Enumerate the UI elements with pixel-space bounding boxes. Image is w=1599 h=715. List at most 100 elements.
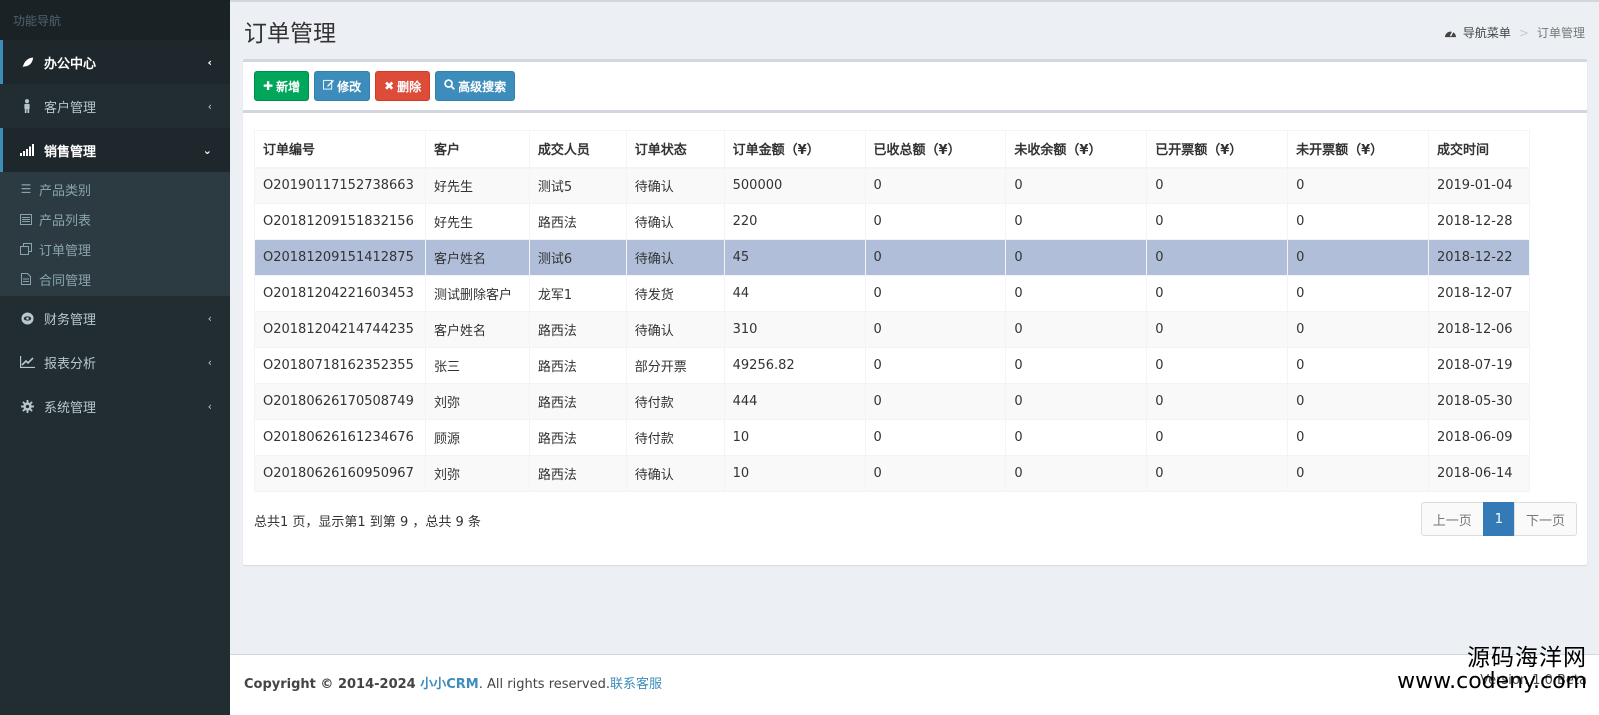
table-cell: 0 bbox=[1287, 419, 1429, 456]
table-cell: 0 bbox=[1005, 419, 1148, 456]
table-cell: 2018-05-30 bbox=[1427, 383, 1531, 420]
column-header[interactable]: 订单编号 bbox=[254, 130, 426, 169]
table-cell: O20180718162352355 bbox=[254, 347, 426, 384]
submenu-item-orders[interactable]: 订单管理 bbox=[0, 234, 230, 264]
table-cell: 0 bbox=[1287, 167, 1429, 204]
table-cell: 0 bbox=[864, 311, 1007, 348]
table-cell: 2018-06-14 bbox=[1427, 455, 1531, 492]
table-cell: 待付款 bbox=[625, 383, 725, 420]
submenu-item-product-list[interactable]: 产品列表 bbox=[0, 204, 230, 234]
table-cell: 0 bbox=[1146, 311, 1289, 348]
table-cell: 0 bbox=[1287, 455, 1429, 492]
table-cell: 44 bbox=[723, 275, 866, 312]
sidebar-item-sales[interactable]: 销售管理 ⌄ bbox=[0, 128, 230, 172]
breadcrumb-home-link[interactable]: 导航菜单 bbox=[1463, 24, 1511, 41]
column-header[interactable]: 已收总额（¥） bbox=[864, 130, 1007, 169]
table-row[interactable]: O20181209151832156 好先生 路西法 待确认 220 0 0 0 0 2018-1… bbox=[254, 203, 1531, 240]
table-cell: 0 bbox=[1146, 347, 1289, 384]
table-cell: 顾源 bbox=[424, 419, 530, 456]
edit-button[interactable]: 修改 bbox=[314, 71, 371, 101]
sidebar-item-system[interactable]: 系统管理 ‹ bbox=[0, 384, 230, 428]
sidebar-item-customers[interactable]: 客户管理 ‹ bbox=[0, 84, 230, 128]
table-cell: O20181204221603453 bbox=[254, 275, 426, 312]
table-row[interactable]: O20180626170508749 刘弥 路西法 待付款 444 0 0 0 0 2018-05… bbox=[254, 383, 1531, 420]
sidebar: 功能导航 办公中心 ‹ 客户管理 ‹ 销售管理 ⌄ ☰ 产品类别 产品列表 订单… bbox=[0, 0, 230, 715]
table-cell: 待确认 bbox=[625, 311, 725, 348]
table-cell: 2018-12-22 bbox=[1427, 239, 1531, 276]
column-header[interactable]: 已开票额（¥） bbox=[1146, 130, 1289, 169]
submenu-item-product-categories[interactable]: ☰ 产品类别 bbox=[0, 174, 230, 204]
toolbar-divider bbox=[243, 110, 1587, 113]
edit-icon bbox=[323, 79, 335, 93]
column-header[interactable]: 订单金额（¥） bbox=[723, 130, 866, 169]
brand-link[interactable]: 小小CRM bbox=[420, 677, 479, 692]
table-cell: 310 bbox=[723, 311, 866, 348]
table-row[interactable]: O20181204214744235 客户姓名 路西法 待确认 310 0 0 0 0 2018-… bbox=[254, 311, 1531, 348]
page-1-button[interactable]: 1 bbox=[1482, 502, 1515, 536]
table-cell: 待确认 bbox=[625, 203, 725, 240]
chevron-left-icon: ‹ bbox=[207, 355, 212, 369]
table-cell: 10 bbox=[723, 455, 866, 492]
pagination: 上一页 1 下一页 bbox=[1420, 502, 1577, 536]
gear-icon bbox=[19, 399, 35, 413]
contact-support-link[interactable]: 联系客服 bbox=[610, 677, 662, 692]
table-cell: 0 bbox=[1146, 275, 1289, 312]
table-cell: 路西法 bbox=[528, 419, 627, 456]
breadcrumb-current: 订单管理 bbox=[1536, 26, 1585, 40]
column-header[interactable]: 订单状态 bbox=[625, 130, 725, 169]
table-cell: 0 bbox=[1005, 383, 1148, 420]
table-cell: 0 bbox=[1287, 383, 1429, 420]
sidebar-item-label: 财务管理 bbox=[44, 312, 97, 328]
table-row[interactable]: O20181204221603453 测试删除客户 龙军1 待发货 44 0 0 0 0 2018… bbox=[254, 275, 1531, 312]
table-row[interactable]: O20190117152738663 好先生 测试5 待确认 500000 0 0 0 0 201… bbox=[254, 167, 1531, 204]
prev-page-button[interactable]: 上一页 bbox=[1420, 502, 1484, 536]
table-cell: 0 bbox=[1146, 419, 1289, 456]
sidebar-item-office[interactable]: 办公中心 ‹ bbox=[0, 40, 230, 84]
column-header[interactable]: 未收余额（¥） bbox=[1005, 130, 1148, 169]
sidebar-item-finance[interactable]: 财务管理 ‹ bbox=[0, 296, 230, 340]
add-button-label: 新增 bbox=[276, 79, 301, 94]
copyright: Copyright © 2014-2024 小小CRM. All rights … bbox=[244, 673, 662, 692]
table-cell: 2018-12-06 bbox=[1427, 311, 1531, 348]
submenu-item-label: 订单管理 bbox=[39, 243, 92, 259]
column-header[interactable]: 成交人员 bbox=[528, 130, 627, 169]
submenu-item-contracts[interactable]: 合同管理 bbox=[0, 264, 230, 294]
column-header[interactable]: 成交时间 bbox=[1427, 130, 1531, 169]
plus-icon: ✚ bbox=[263, 79, 274, 93]
table-cell: 待确认 bbox=[625, 239, 725, 276]
table-cell: 路西法 bbox=[528, 455, 627, 492]
edit-button-label: 修改 bbox=[337, 79, 362, 94]
table-cell: 客户姓名 bbox=[424, 239, 530, 276]
clone-icon bbox=[19, 243, 33, 255]
chevron-left-icon: ‹ bbox=[207, 99, 212, 113]
column-header[interactable]: 未开票额（¥） bbox=[1287, 130, 1429, 169]
table-row[interactable]: O20180718162352355 张三 路西法 部分开票 49256.82 0 0 0 0 2… bbox=[254, 347, 1531, 384]
rights-text: . All rights reserved. bbox=[478, 677, 610, 692]
breadcrumb: 导航菜单 > 订单管理 bbox=[1444, 24, 1585, 41]
dashboard-icon bbox=[1444, 27, 1457, 38]
table-cell: 待发货 bbox=[625, 275, 725, 312]
add-button[interactable]: ✚ 新增 bbox=[254, 71, 310, 101]
next-page-button[interactable]: 下一页 bbox=[1513, 502, 1577, 536]
table-cell: 0 bbox=[864, 275, 1007, 312]
sidebar-item-label: 系统管理 bbox=[44, 400, 97, 416]
table-row[interactable]: O20180626161234676 顾源 路西法 待付款 10 0 0 0 0 2018-06-… bbox=[254, 419, 1531, 456]
table-cell: 部分开票 bbox=[625, 347, 725, 384]
sidebar-item-label: 客户管理 bbox=[44, 100, 97, 116]
table-cell: 路西法 bbox=[528, 203, 627, 240]
submenu-item-label: 产品列表 bbox=[39, 213, 92, 229]
table-row[interactable]: O20181209151412875 客户姓名 测试6 待确认 45 0 0 0 0 2018-1… bbox=[254, 239, 1531, 276]
table-cell: 444 bbox=[723, 383, 866, 420]
table-cell: 0 bbox=[1005, 275, 1148, 312]
table-cell: 好先生 bbox=[424, 167, 530, 204]
table-row[interactable]: O20180626160950967 刘弥 路西法 待确认 10 0 0 0 0 2018-06-… bbox=[254, 455, 1531, 492]
sidebar-header: 功能导航 bbox=[0, 0, 230, 40]
column-header[interactable]: 客户 bbox=[424, 130, 530, 169]
table-cell: 路西法 bbox=[528, 347, 627, 384]
sidebar-item-reports[interactable]: 报表分析 ‹ bbox=[0, 340, 230, 384]
delete-button[interactable]: ✖ 删除 bbox=[375, 71, 431, 101]
toolbar: ✚ 新增 修改 ✖ 删除 高级搜索 bbox=[254, 71, 516, 101]
table-cell: 2018-12-28 bbox=[1427, 203, 1531, 240]
table-cell: 刘弥 bbox=[424, 383, 530, 420]
advanced-search-button[interactable]: 高级搜索 bbox=[435, 71, 516, 101]
